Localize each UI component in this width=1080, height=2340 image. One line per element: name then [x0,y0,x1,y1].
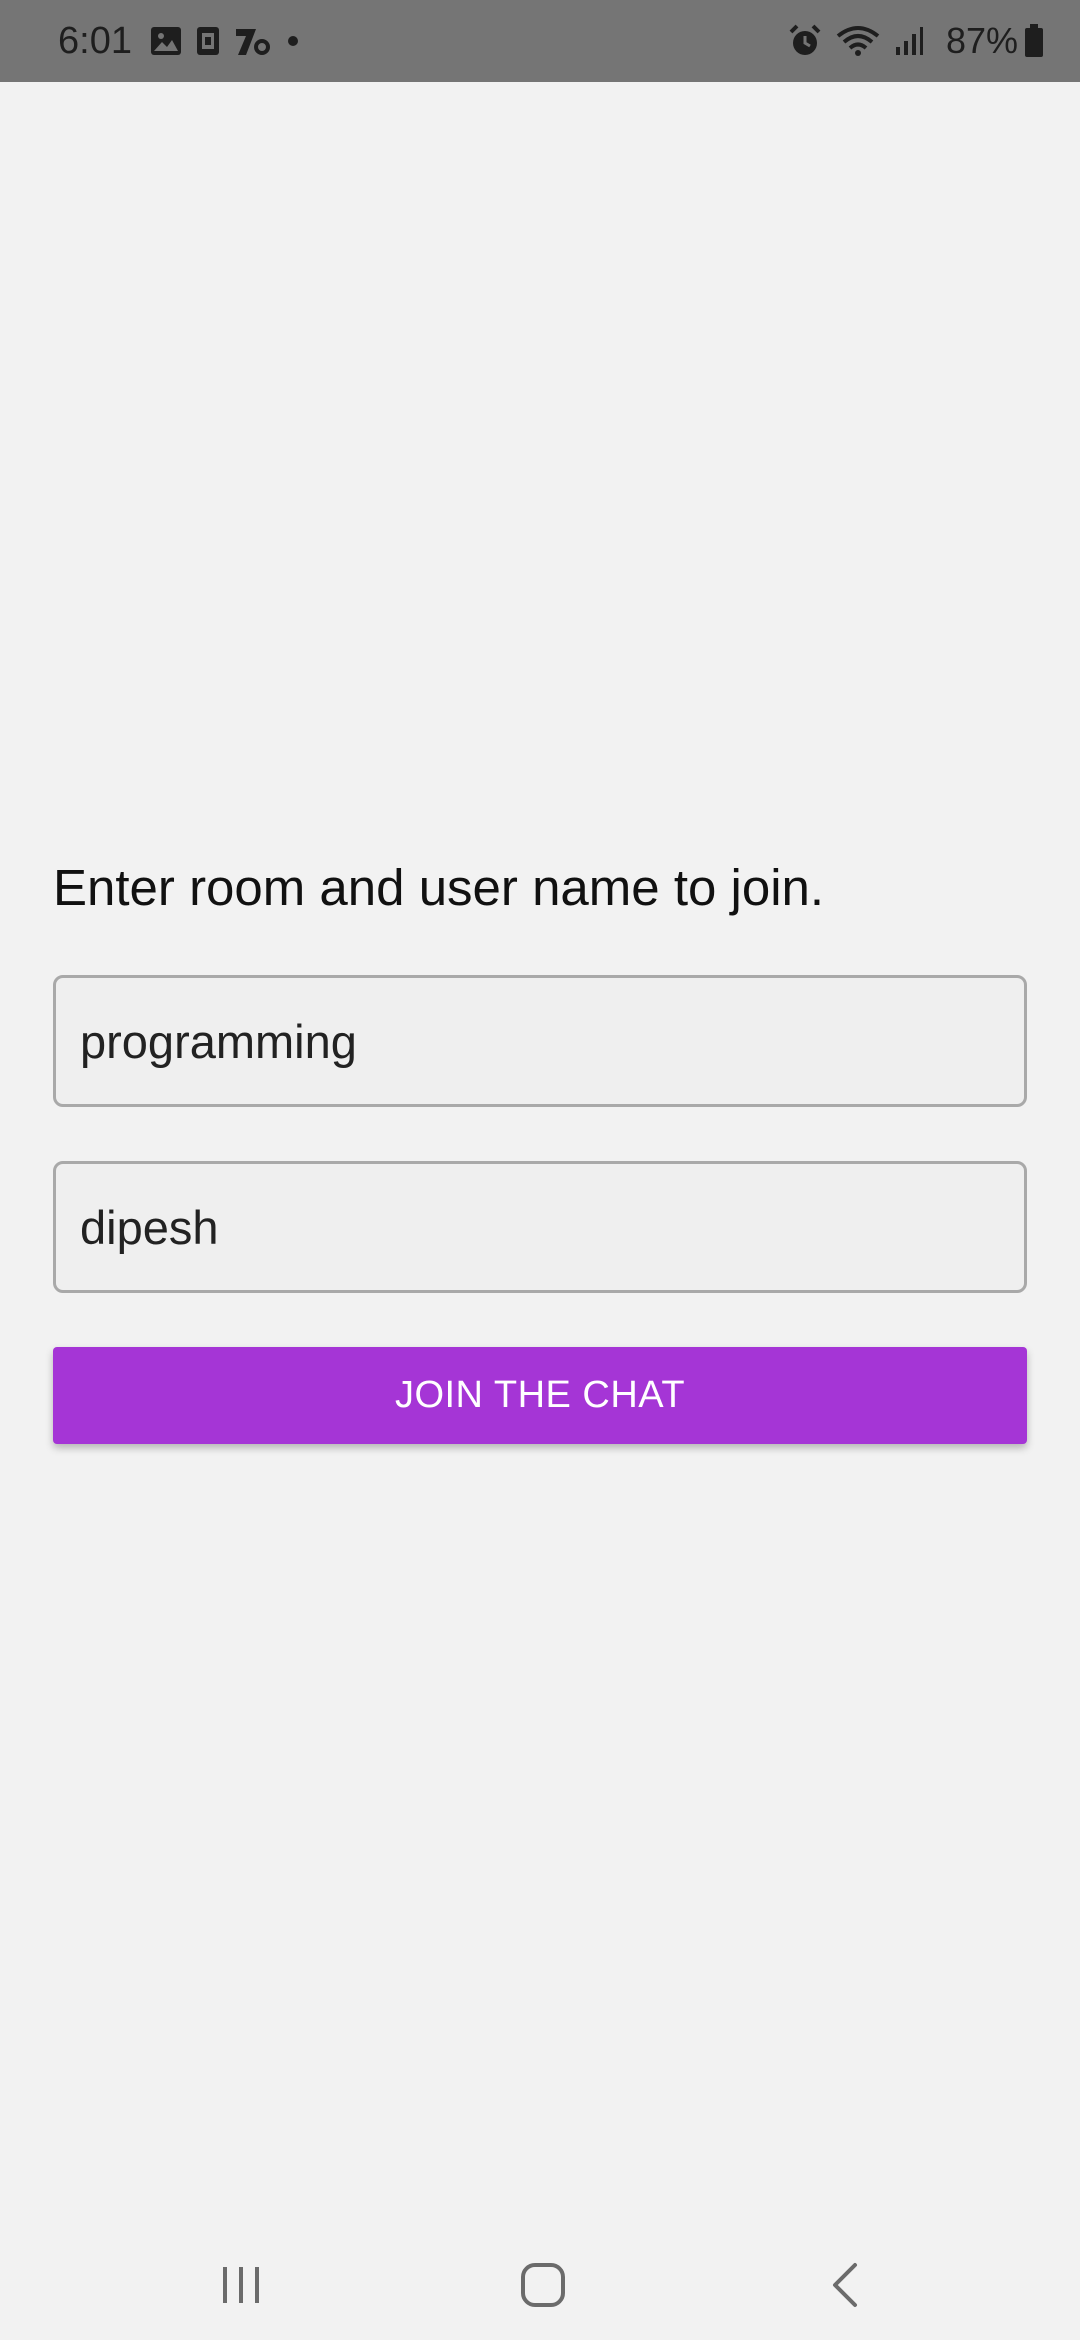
battery-percentage: 87% [945,20,1018,61]
alarm-icon [788,24,822,58]
back-icon[interactable] [785,2240,905,2330]
status-bar-right: 87% [788,0,1044,82]
room-name-input[interactable] [53,975,1027,1107]
status-bar-left: 6:01 [58,0,314,82]
user-name-input[interactable] [53,1161,1027,1293]
wifi-icon [836,24,880,58]
app-notification-icon [234,25,272,57]
join-prompt: Enter room and user name to join. [53,859,825,916]
navigation-bar [0,2220,1080,2340]
home-icon[interactable] [483,2240,603,2330]
sim-card-icon [196,26,220,56]
dot-icon [286,34,300,48]
battery-icon [1024,24,1044,58]
join-chat-button[interactable]: JOIN THE CHAT [53,1347,1027,1444]
gallery-icon [150,26,182,56]
signal-icon [894,25,924,57]
recents-icon[interactable] [181,2240,301,2330]
status-time: 6:01 [58,19,132,62]
status-bar: 6:01 87% [0,0,1080,82]
